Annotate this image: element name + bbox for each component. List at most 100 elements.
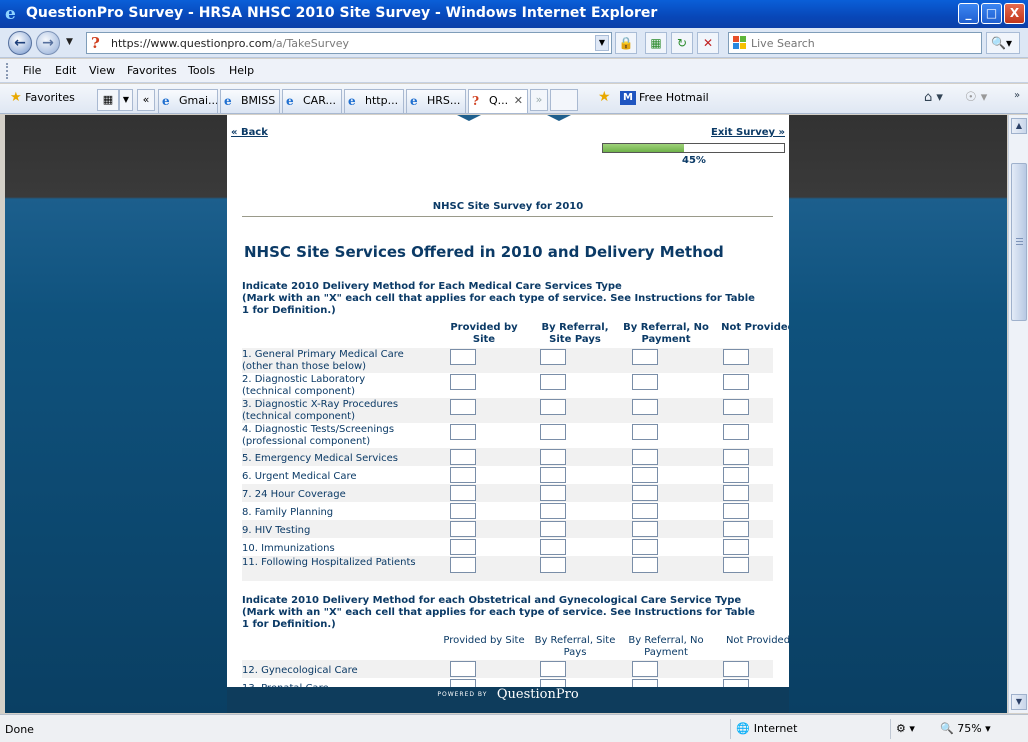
delivery-method-cell[interactable] [540, 557, 566, 573]
delivery-method-cell[interactable] [540, 503, 566, 519]
recent-pages-dropdown-icon[interactable]: ▼ [66, 37, 73, 47]
rss-feed-icon[interactable]: ☉ ▾ [965, 90, 987, 105]
scroll-thumb[interactable] [1011, 163, 1027, 321]
delivery-method-cell[interactable] [632, 424, 658, 440]
delivery-method-cell[interactable] [723, 424, 749, 440]
delivery-method-cell[interactable] [632, 399, 658, 415]
delivery-method-cell[interactable] [723, 449, 749, 465]
delivery-method-cell[interactable] [540, 424, 566, 440]
delivery-method-cell[interactable] [540, 349, 566, 365]
scroll-tabs-left-icon[interactable]: « [137, 89, 155, 111]
delivery-method-cell[interactable] [540, 449, 566, 465]
protected-mode-icon[interactable]: ⚙ ▾ [896, 722, 915, 735]
search-input[interactable] [751, 36, 971, 51]
tab-http[interactable]: e http... [344, 89, 404, 113]
delivery-method-cell[interactable] [450, 485, 476, 501]
menu-help[interactable]: Help [229, 64, 254, 77]
zoom-level[interactable]: 🔍 75% ▾ [940, 722, 991, 735]
delivery-method-cell[interactable] [723, 557, 749, 573]
close-tab-icon[interactable]: ✕ [514, 90, 523, 112]
delivery-method-cell[interactable] [450, 399, 476, 415]
tab-questionpro[interactable]: ? Q... ✕ [468, 89, 528, 113]
delivery-method-cell[interactable] [540, 374, 566, 390]
delivery-method-cell[interactable] [450, 521, 476, 537]
back-nav-button[interactable]: ← [8, 31, 32, 55]
delivery-method-cell[interactable] [450, 661, 476, 677]
delivery-method-cell[interactable] [632, 539, 658, 555]
delivery-method-cell[interactable] [632, 374, 658, 390]
delivery-method-cell[interactable] [450, 424, 476, 440]
address-url[interactable]: https://www.questionpro.com/a/TakeSurvey [111, 37, 349, 50]
tab-bmiss[interactable]: e BMISS [220, 89, 280, 113]
scroll-up-icon[interactable]: ▲ [1011, 118, 1027, 134]
back-link[interactable]: « Back [231, 127, 268, 138]
delivery-method-cell[interactable] [450, 467, 476, 483]
delivery-method-cell[interactable] [723, 539, 749, 555]
delivery-method-cell[interactable] [632, 521, 658, 537]
delivery-method-cell[interactable] [632, 485, 658, 501]
delivery-method-cell[interactable] [723, 503, 749, 519]
delivery-method-cell[interactable] [723, 679, 749, 687]
tab-car[interactable]: e CAR... [282, 89, 342, 113]
new-tab-button[interactable] [550, 89, 578, 111]
tab-gmail[interactable]: e Gmai... [158, 89, 218, 113]
delivery-method-cell[interactable] [723, 467, 749, 483]
delivery-method-cell[interactable] [723, 485, 749, 501]
vertical-scrollbar[interactable]: ▲ ▼ [1008, 115, 1028, 713]
delivery-method-cell[interactable] [632, 557, 658, 573]
menu-file[interactable]: File [23, 64, 41, 77]
delivery-method-cell[interactable] [450, 503, 476, 519]
delivery-method-cell[interactable] [723, 349, 749, 365]
quick-tabs-icon[interactable]: ▦ [97, 89, 119, 111]
lock-icon[interactable]: 🔒 [615, 32, 637, 54]
delivery-method-cell[interactable] [450, 539, 476, 555]
maximize-button[interactable]: □ [981, 3, 1002, 24]
delivery-method-cell[interactable] [540, 679, 566, 687]
search-box[interactable] [728, 32, 982, 54]
favorites-button[interactable]: ★ Favorites [10, 90, 75, 105]
delivery-method-cell[interactable] [450, 449, 476, 465]
delivery-method-cell[interactable] [540, 485, 566, 501]
delivery-method-cell[interactable] [723, 521, 749, 537]
delivery-method-cell[interactable] [540, 661, 566, 677]
delivery-method-cell[interactable] [632, 349, 658, 365]
compatibility-icon[interactable]: ▦ [645, 32, 667, 54]
free-hotmail-link[interactable]: ★ M Free Hotmail [598, 89, 709, 105]
refresh-icon[interactable]: ↻ [671, 32, 693, 54]
menu-edit[interactable]: Edit [55, 64, 76, 77]
delivery-method-cell[interactable] [723, 399, 749, 415]
address-bar[interactable]: ? https://www.questionpro.com/a/TakeSurv… [86, 32, 612, 54]
delivery-method-cell[interactable] [632, 449, 658, 465]
exit-survey-link[interactable]: Exit Survey » [711, 127, 785, 138]
home-icon[interactable]: ⌂ ▾ [924, 90, 943, 105]
delivery-method-cell[interactable] [450, 679, 476, 687]
tab-hrsa[interactable]: e HRS... [406, 89, 466, 113]
scroll-down-icon[interactable]: ▼ [1011, 694, 1027, 710]
delivery-method-cell[interactable] [540, 399, 566, 415]
delivery-method-cell[interactable] [450, 557, 476, 573]
add-favorites-icon[interactable]: ★ [598, 89, 611, 105]
security-zone[interactable]: 🌐 Internet [736, 722, 797, 735]
forward-nav-button[interactable]: → [36, 31, 60, 55]
menu-view[interactable]: View [89, 64, 115, 77]
minimize-button[interactable]: _ [958, 3, 979, 24]
address-dropdown-icon[interactable]: ▼ [595, 35, 609, 51]
delivery-method-cell[interactable] [540, 467, 566, 483]
delivery-method-cell[interactable] [540, 539, 566, 555]
delivery-method-cell[interactable] [632, 661, 658, 677]
questionpro-brand[interactable]: QuestionPro [497, 687, 579, 702]
scroll-tabs-right-icon[interactable]: » [530, 89, 548, 111]
delivery-method-cell[interactable] [450, 374, 476, 390]
delivery-method-cell[interactable] [540, 521, 566, 537]
delivery-method-cell[interactable] [632, 679, 658, 687]
search-icon[interactable]: 🔍▾ [986, 32, 1020, 54]
tab-list-dropdown-icon[interactable]: ▼ [119, 89, 133, 111]
delivery-method-cell[interactable] [632, 503, 658, 519]
delivery-method-cell[interactable] [723, 374, 749, 390]
more-tools-chevron-icon[interactable]: » [1014, 90, 1020, 101]
close-button[interactable]: X [1004, 3, 1025, 24]
delivery-method-cell[interactable] [723, 661, 749, 677]
menu-favorites[interactable]: Favorites [127, 64, 177, 77]
stop-icon[interactable]: ✕ [697, 32, 719, 54]
delivery-method-cell[interactable] [632, 467, 658, 483]
